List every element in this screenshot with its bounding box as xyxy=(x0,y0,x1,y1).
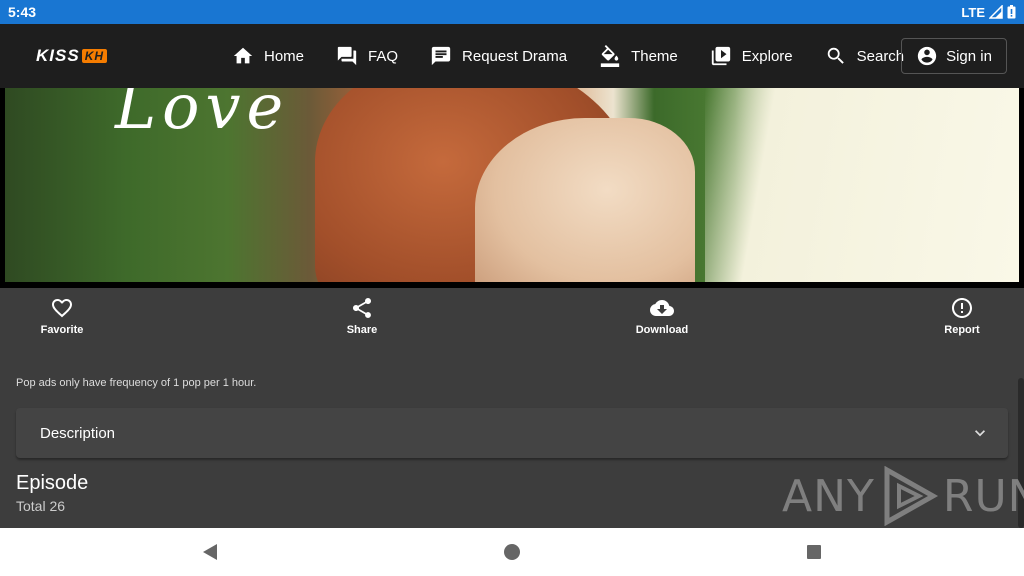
action-bar: Favorite Share Download Report xyxy=(0,288,1024,348)
message-icon xyxy=(431,46,451,66)
search-icon xyxy=(827,47,844,64)
system-nav-bar xyxy=(0,528,1024,576)
banner-title-text: Love xyxy=(115,88,290,143)
pop-ads-note: Pop ads only have frequency of 1 pop per… xyxy=(16,377,257,389)
back-button[interactable] xyxy=(198,542,222,562)
nav-search[interactable]: Search xyxy=(825,45,904,67)
network-type: LTE xyxy=(961,4,985,20)
nav-faq[interactable]: FAQ xyxy=(336,45,398,67)
heart-icon xyxy=(52,299,72,318)
paint-bucket-icon xyxy=(600,45,620,67)
recents-button[interactable] xyxy=(802,542,826,562)
back-triangle-icon xyxy=(203,544,217,560)
app-bar: KISS KH Home FAQ Request Drama Theme Exp… xyxy=(0,24,1024,88)
forum-icon xyxy=(337,46,357,66)
chevron-down-icon xyxy=(975,430,985,437)
anyrun-watermark: ANY RUN xyxy=(782,466,1024,526)
episode-heading: Episode xyxy=(16,472,89,494)
report-button[interactable]: Report xyxy=(902,296,1022,336)
download-button[interactable]: Download xyxy=(602,296,722,336)
banner-image: Love xyxy=(5,88,1019,282)
kisskh-logo[interactable]: KISS KH xyxy=(36,46,108,66)
description-label: Description xyxy=(40,424,116,442)
home-circle-icon xyxy=(504,544,520,560)
home-button[interactable] xyxy=(500,542,524,562)
nav-explore[interactable]: Explore xyxy=(710,45,793,67)
status-bar: 5:43 LTE xyxy=(0,0,1024,24)
play-logo-icon xyxy=(884,466,938,526)
nav-theme[interactable]: Theme xyxy=(599,45,678,67)
nav-request-drama[interactable]: Request Drama xyxy=(430,45,567,67)
share-icon xyxy=(352,298,372,318)
main-nav: Home FAQ Request Drama Theme Explore Sea… xyxy=(232,24,936,88)
video-library-icon xyxy=(711,46,730,66)
episode-total: Total 26 xyxy=(16,498,66,514)
status-time: 5:43 xyxy=(8,4,37,20)
drama-banner: Love xyxy=(0,88,1024,288)
recents-square-icon xyxy=(807,545,821,559)
description-expander[interactable]: Description xyxy=(16,408,1008,458)
signal-icon xyxy=(989,5,1003,19)
sign-in-button[interactable]: Sign in xyxy=(901,38,1007,74)
battery-icon xyxy=(1007,5,1016,19)
alert-circle-icon xyxy=(952,298,972,318)
favorite-button[interactable]: Favorite xyxy=(2,296,122,336)
status-indicators: LTE xyxy=(961,5,1016,20)
cloud-download-icon xyxy=(650,300,674,316)
home-icon xyxy=(233,47,253,64)
share-button[interactable]: Share xyxy=(302,296,422,336)
nav-home[interactable]: Home xyxy=(232,45,304,67)
account-circle-icon xyxy=(917,46,937,66)
